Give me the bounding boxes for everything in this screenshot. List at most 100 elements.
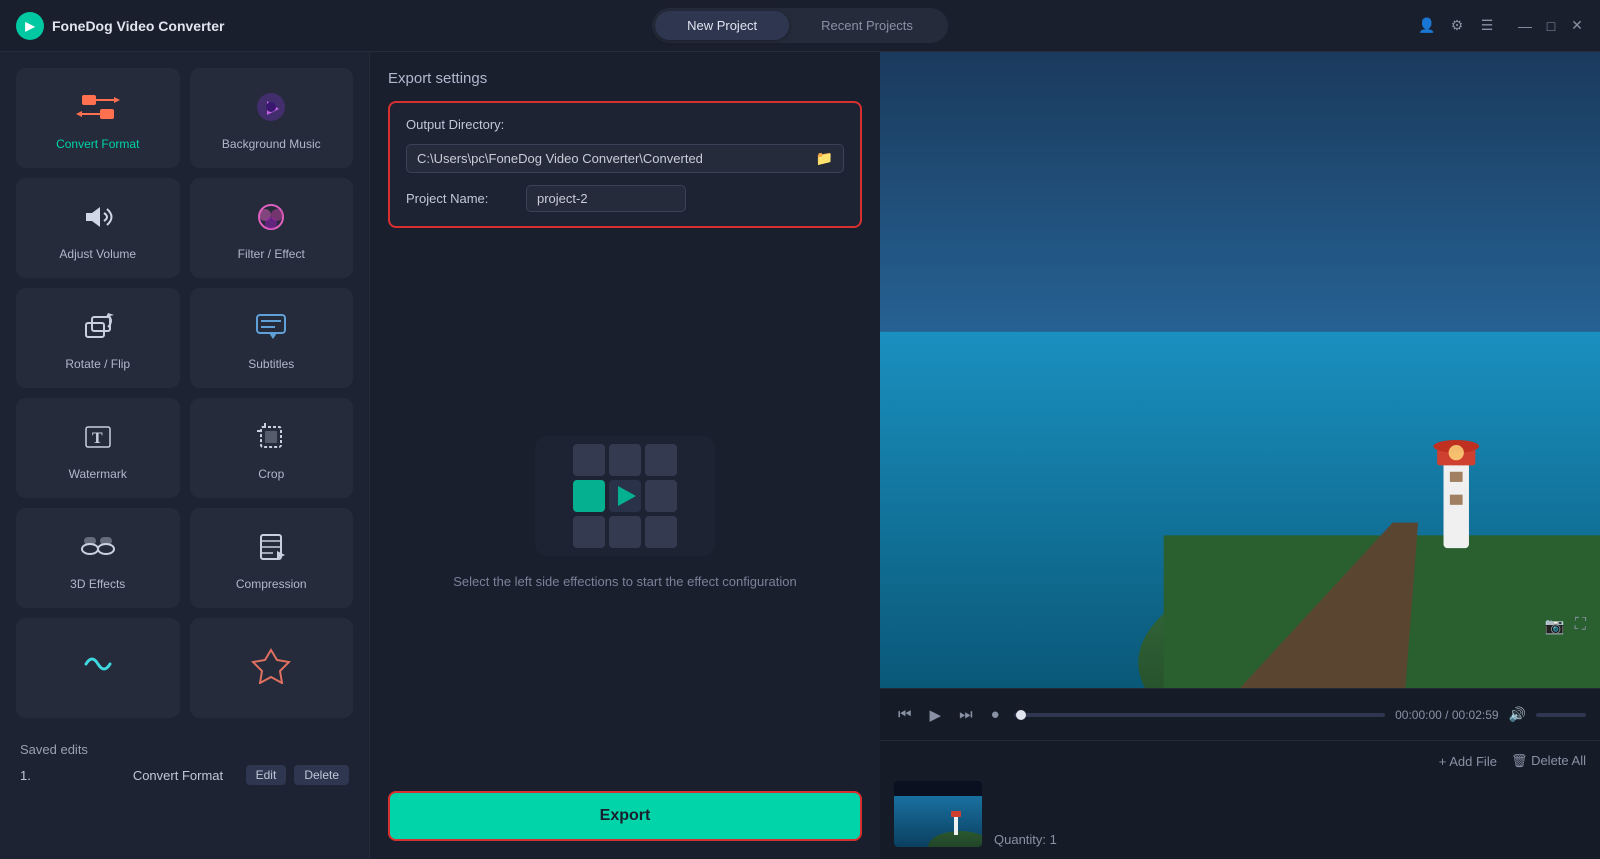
folder-browse-icon[interactable]: 📁 [816, 150, 833, 167]
skip-back-button[interactable]: ⏮ [894, 704, 916, 725]
sidebar-item-misc2[interactable] [190, 618, 354, 718]
middle-panel: Export settings Output Directory: C:\Use… [370, 52, 880, 859]
effect-icon-area [535, 436, 715, 556]
grid-cell [645, 480, 677, 512]
project-name-input[interactable] [526, 185, 686, 212]
misc2-icon [249, 642, 293, 686]
sidebar-item-watermark[interactable]: T Watermark [16, 398, 180, 498]
file-thumbnail-item [894, 781, 982, 847]
sidebar-item-crop[interactable]: Crop [190, 398, 354, 498]
logo-icon: ▶ [16, 12, 44, 40]
filter-effect-icon [249, 195, 293, 239]
progress-thumb [1016, 710, 1026, 720]
fullscreen-icon[interactable]: ⛶ [1575, 616, 1586, 636]
convert-format-icon [76, 85, 120, 129]
grid-cell [573, 516, 605, 548]
sidebar: Convert Format Background Music Adjust V… [0, 52, 370, 859]
sidebar-item-rotate-flip[interactable]: Rotate / Flip [16, 288, 180, 388]
output-directory-label: Output Directory: [406, 117, 526, 132]
crop-label: Crop [258, 467, 284, 481]
saved-edits-section: Saved edits 1. Convert Format Edit Delet… [16, 728, 353, 795]
grid-cell [609, 516, 641, 548]
sidebar-item-subtitles[interactable]: Subtitles [190, 288, 354, 388]
file-list-section: + Add File 🗑 Delete All [880, 740, 1600, 859]
file-list-content: Quantity: 1 [894, 781, 1586, 847]
maximize-button[interactable]: □ [1544, 19, 1558, 33]
saved-edit-row: 1. Convert Format Edit Delete [20, 765, 349, 785]
sidebar-item-filter-effect[interactable]: Filter / Effect [190, 178, 354, 278]
crop-icon [249, 415, 293, 459]
play-triangle [618, 486, 636, 506]
watermark-icon: T [76, 415, 120, 459]
user-icon[interactable]: 👤 [1420, 19, 1434, 33]
rotate-flip-label: Rotate / Flip [65, 357, 130, 371]
sidebar-item-background-music[interactable]: Background Music [190, 68, 354, 168]
settings-icon[interactable]: ⚙ [1450, 19, 1464, 33]
saved-edit-name: Convert Format [133, 768, 238, 783]
app-title: FoneDog Video Converter [52, 18, 224, 34]
add-file-button[interactable]: + Add File [1439, 753, 1497, 769]
compression-label: Compression [236, 577, 307, 591]
output-directory-row: Output Directory: [406, 117, 844, 132]
3d-effects-icon [76, 525, 120, 569]
grid-cell-play [609, 480, 641, 512]
saved-edit-index: 1. [20, 768, 125, 783]
effect-hint-text: Select the left side effections to start… [453, 572, 797, 592]
video-controls: ⏮ ▶ ⏭ ● 00:00:00 / 00:02:59 🔊 [880, 688, 1600, 740]
main-content: Convert Format Background Music Adjust V… [0, 52, 1600, 859]
titlebar-actions: 👤 ⚙ ☰ — □ ✕ [1420, 19, 1584, 33]
adjust-volume-icon [76, 195, 120, 239]
filter-effect-label: Filter / Effect [238, 247, 305, 261]
menu-icon[interactable]: ☰ [1480, 19, 1494, 33]
subtitles-label: Subtitles [248, 357, 294, 371]
effect-placeholder: Select the left side effections to start… [388, 246, 862, 781]
sidebar-item-convert-format[interactable]: Convert Format [16, 68, 180, 168]
effect-grid [573, 444, 677, 548]
output-directory-input[interactable]: C:\Users\pc\FoneDog Video Converter\Conv… [406, 144, 844, 173]
edit-button[interactable]: Edit [246, 765, 287, 785]
video-preview: 📷 ⛶ [880, 52, 1600, 688]
progress-dot-indicator: ● [987, 704, 1004, 725]
sidebar-item-compression[interactable]: Compression [190, 508, 354, 608]
window-buttons: — □ ✕ [1518, 19, 1584, 33]
delete-all-button[interactable]: 🗑 Delete All [1511, 753, 1586, 769]
convert-format-label: Convert Format [56, 137, 139, 151]
volume-slider[interactable] [1536, 713, 1586, 717]
delete-button[interactable]: Delete [294, 765, 349, 785]
grid-cell [609, 444, 641, 476]
file-thumbnail[interactable] [894, 781, 982, 847]
tab-recent-projects[interactable]: Recent Projects [789, 11, 945, 40]
3d-effects-label: 3D Effects [70, 577, 125, 591]
project-name-row: Project Name: [406, 185, 844, 212]
watermark-label: Watermark [69, 467, 127, 481]
minimize-button[interactable]: — [1518, 19, 1532, 33]
export-settings-box: Output Directory: C:\Users\pc\FoneDog Vi… [388, 101, 862, 228]
skip-forward-button[interactable]: ⏭ [955, 704, 977, 725]
grid-cell [645, 444, 677, 476]
subtitles-icon [249, 305, 293, 349]
grid-cell [573, 444, 605, 476]
file-info: Quantity: 1 [994, 832, 1057, 847]
play-button[interactable]: ▶ [926, 704, 946, 726]
saved-edits-title: Saved edits [20, 742, 349, 757]
background-music-icon [249, 85, 293, 129]
sidebar-item-3d-effects[interactable]: 3D Effects [16, 508, 180, 608]
progress-bar[interactable] [1014, 713, 1385, 717]
sidebar-item-misc1[interactable] [16, 618, 180, 718]
svg-text:T: T [92, 430, 103, 447]
grid-cell [645, 516, 677, 548]
volume-icon[interactable]: 🔊 [1509, 706, 1526, 723]
sidebar-item-adjust-volume[interactable]: Adjust Volume [16, 178, 180, 278]
export-settings-title: Export settings [388, 70, 862, 87]
titlebar: ▶ FoneDog Video Converter New Project Re… [0, 0, 1600, 52]
tab-new-project[interactable]: New Project [655, 11, 789, 40]
project-tabs: New Project Recent Projects [652, 8, 948, 43]
close-button[interactable]: ✕ [1570, 19, 1584, 33]
app-logo: ▶ FoneDog Video Converter [16, 12, 224, 40]
camera-icon[interactable]: 📷 [1545, 616, 1565, 636]
preview-action-icons: 📷 ⛶ [1545, 616, 1586, 636]
export-button[interactable]: Export [388, 791, 862, 841]
quantity-label: Quantity: 1 [994, 832, 1057, 847]
time-display: 00:00:00 / 00:02:59 [1395, 708, 1498, 722]
rotate-flip-icon [76, 305, 120, 349]
